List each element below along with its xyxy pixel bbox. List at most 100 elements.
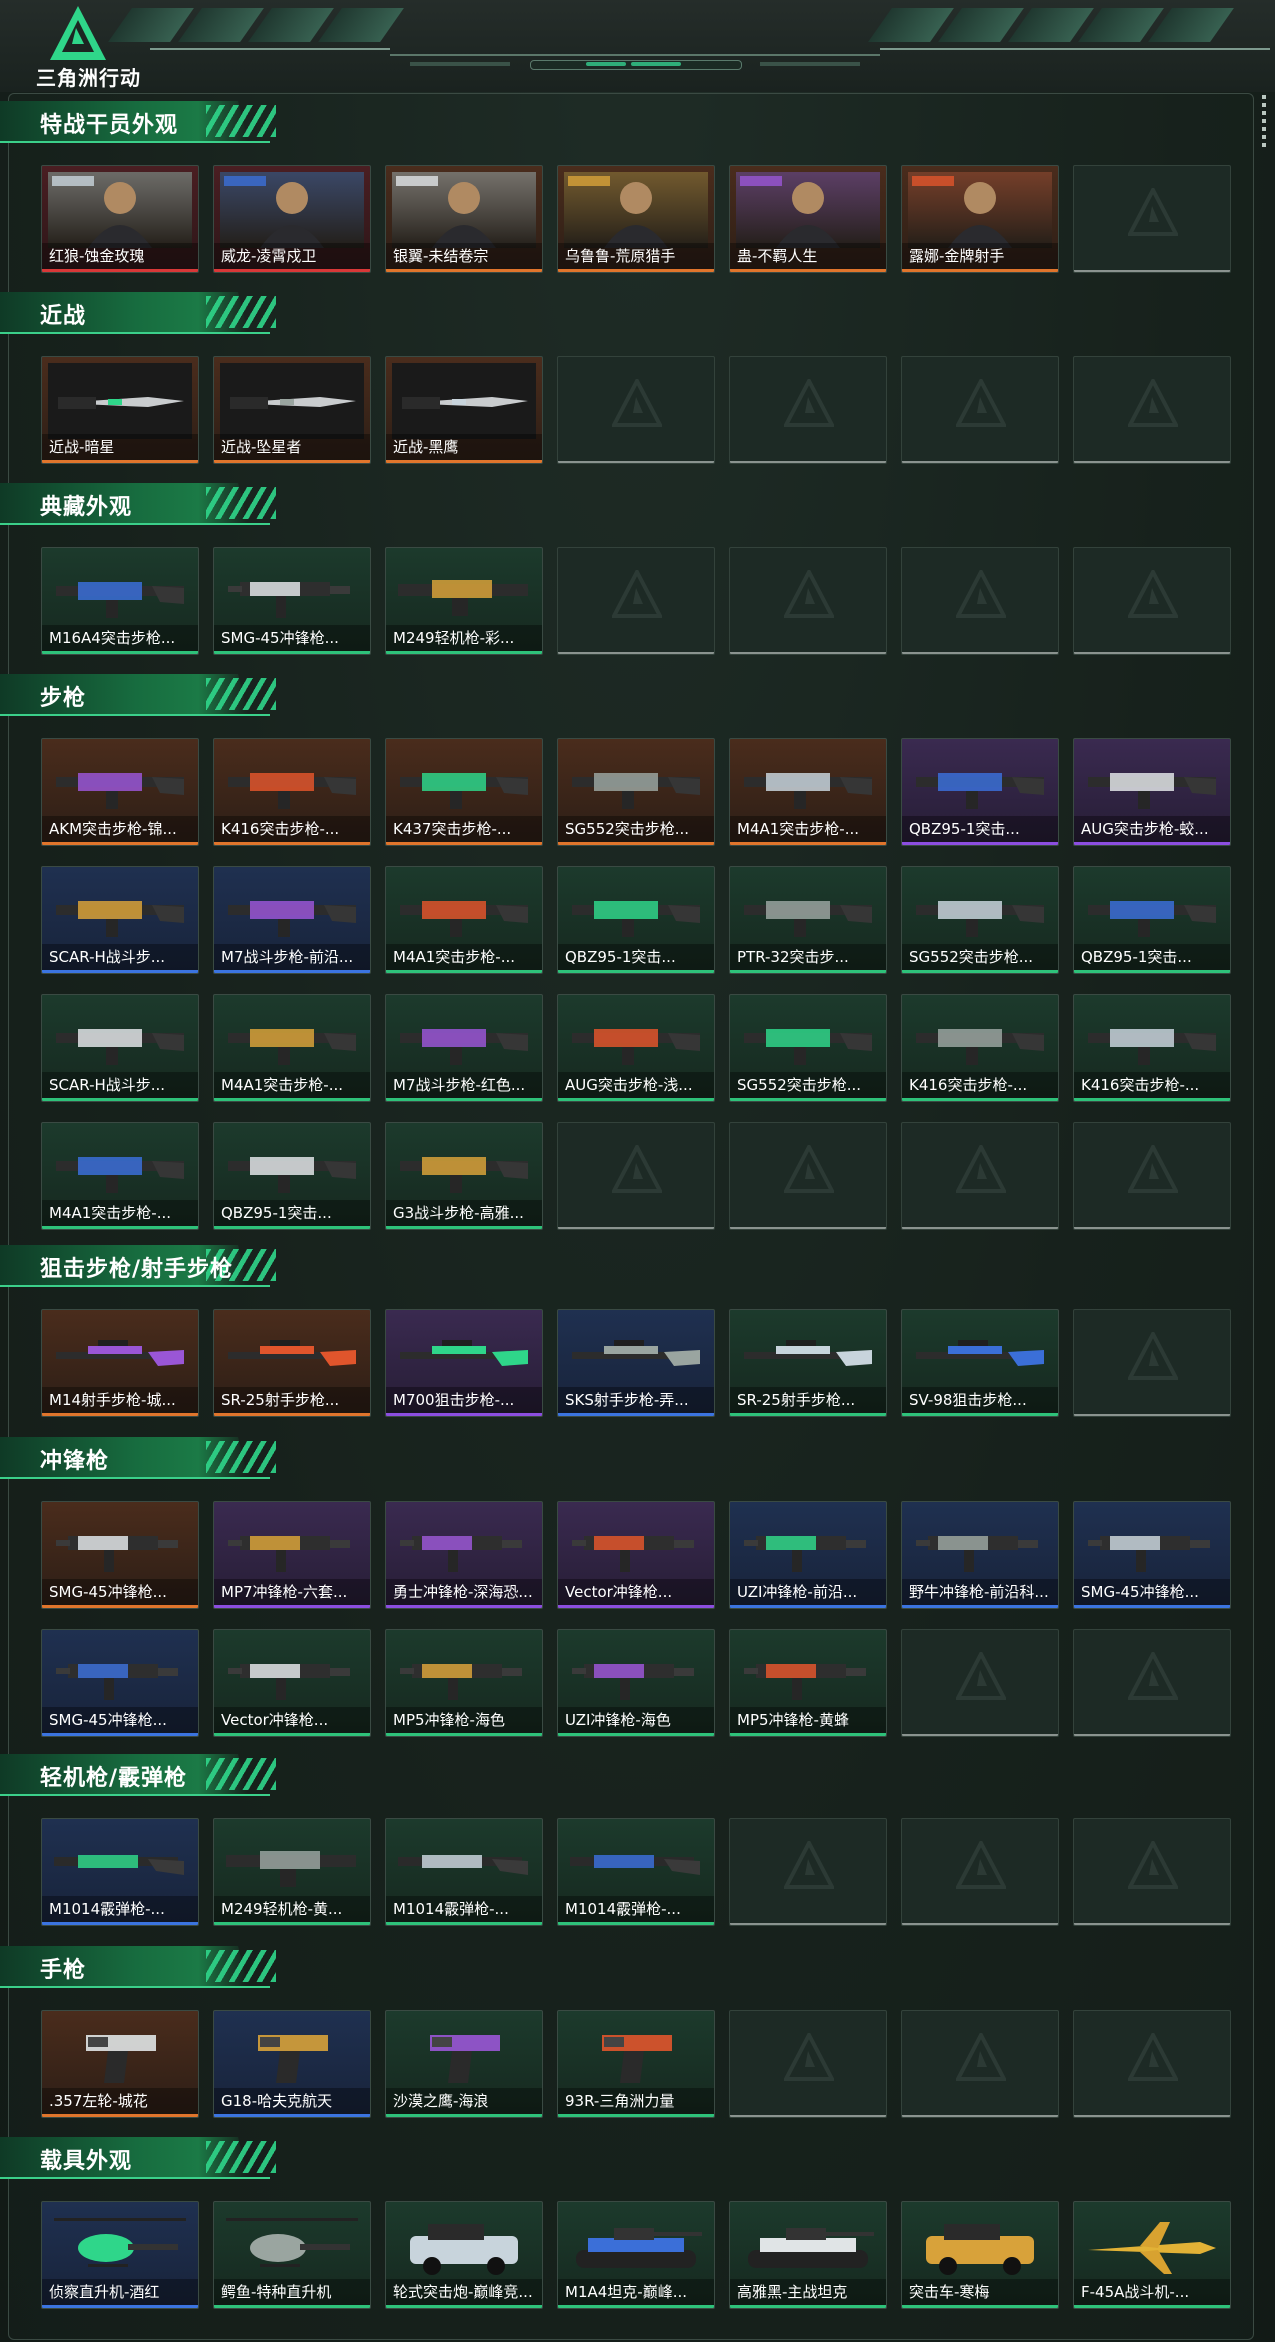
empty-slot-card [557,356,715,464]
skin-card[interactable]: K416突击步枪-... [213,738,371,846]
empty-slot-icon [1128,1145,1178,1193]
rarity-bar [214,842,370,845]
skin-card[interactable]: 沙漠之鹰-海浪 [385,2010,543,2118]
sniper-icon [56,1340,184,1366]
skin-card[interactable]: 乌鲁鲁-荒原猎手 [557,165,715,273]
skin-card[interactable]: M4A1突击步枪-... [385,866,543,974]
skin-card[interactable]: AUG突击步枪-浅... [557,994,715,1102]
skin-card[interactable]: MP7冲锋枪-六套... [213,1501,371,1609]
skin-card[interactable]: M4A1突击步枪-... [213,994,371,1102]
skin-card[interactable]: M14射手步枪-城... [41,1309,199,1417]
skin-card-label: M1014霰弹枪-... [558,1896,714,1922]
skin-card[interactable]: G18-哈夫克航天 [213,2010,371,2118]
skin-card-label: SKS射手步枪-弄... [558,1387,714,1413]
skin-card[interactable]: 鳄鱼-特种直升机 [213,2201,371,2309]
skin-card[interactable]: UZI冲锋枪-海色 [557,1629,715,1737]
skin-card[interactable]: 露娜-金牌射手 [901,165,1059,273]
skin-card[interactable]: M7战斗步枪-前沿... [213,866,371,974]
skin-card[interactable]: Vector冲锋枪... [213,1629,371,1737]
skin-card[interactable]: M16A4突击步枪... [41,547,199,655]
skin-card[interactable]: SV-98狙击步枪... [901,1309,1059,1417]
skin-card[interactable]: K437突击步枪-... [385,738,543,846]
skin-card[interactable]: M1014霰弹枪-... [41,1818,199,1926]
skin-card[interactable]: M249轻机枪-黄... [213,1818,371,1926]
skin-card[interactable]: AUG突击步枪-蛟... [1073,738,1231,846]
skin-card[interactable]: M4A1突击步枪-... [41,1122,199,1230]
skin-card[interactable]: M7战斗步枪-红色... [385,994,543,1102]
smg-icon [916,1536,1038,1572]
skin-card[interactable]: M249轻机枪-彩... [385,547,543,655]
skin-card-label: AUG突击步枪-蛟... [1074,816,1230,842]
skin-card[interactable]: K416突击步枪-... [901,994,1059,1102]
skin-card[interactable]: 高雅黑-主战坦克 [729,2201,887,2309]
skin-card-label: 乌鲁鲁-荒原猎手 [558,243,714,269]
pistol-icon [602,2035,672,2083]
skin-card[interactable]: QBZ95-1突击... [213,1122,371,1230]
skin-card-label: 威龙-凌霄戍卫 [214,243,370,269]
smg-icon [228,1536,350,1572]
skin-card[interactable]: QBZ95-1突击... [901,738,1059,846]
rarity-bar [902,842,1058,845]
skin-card[interactable]: 近战-坠星者 [213,356,371,464]
skin-card[interactable]: 轮式突击炮-巅峰竞... [385,2201,543,2309]
rarity-bar [214,1226,370,1229]
sniper-icon [916,1340,1044,1366]
smg-icon [572,1536,694,1572]
rarity-bar [42,269,198,272]
skin-card[interactable]: M1A4坦克-巅峰... [557,2201,715,2309]
skin-card[interactable]: 红狼-蚀金玫瑰 [41,165,199,273]
skin-card[interactable]: SMG-45冲锋枪... [1073,1501,1231,1609]
skin-card[interactable]: SG552突击步枪... [729,994,887,1102]
skin-card[interactable]: M1014霰弹枪-... [557,1818,715,1926]
skin-card[interactable]: MP5冲锋枪-黄蜂 [729,1629,887,1737]
skin-card[interactable]: SR-25射手步枪... [729,1309,887,1417]
skin-card[interactable]: 近战-黑鹰 [385,356,543,464]
rarity-bar [42,1922,198,1925]
skin-card[interactable]: SMG-45冲锋枪... [41,1629,199,1737]
smg-icon [228,582,350,618]
skin-card[interactable]: SMG-45冲锋枪... [213,547,371,655]
skin-card[interactable]: QBZ95-1突击... [557,866,715,974]
sniper-icon [572,1340,700,1366]
empty-slot-card [1073,2010,1231,2118]
skin-card[interactable]: .357左轮-城花 [41,2010,199,2118]
rarity-bar [730,970,886,973]
skin-card[interactable]: 蛊-不羁人生 [729,165,887,273]
rarity-bar [730,1733,886,1736]
skin-card[interactable]: Vector冲锋枪... [557,1501,715,1609]
skin-card[interactable]: SG552突击步枪... [901,866,1059,974]
skin-card[interactable]: UZI冲锋枪-前沿... [729,1501,887,1609]
skin-card[interactable]: 侦察直升机-酒红 [41,2201,199,2309]
skin-card[interactable]: SG552突击步枪... [557,738,715,846]
skin-card[interactable]: 突击车-寒梅 [901,2201,1059,2309]
skin-card[interactable]: PTR-32突击步... [729,866,887,974]
skin-card-label: UZI冲锋枪-海色 [558,1707,714,1733]
operator-portrait-icon [908,172,1052,248]
shotgun-icon [54,1855,184,1875]
scroll-indicator[interactable] [1262,95,1266,150]
skin-card[interactable]: K416突击步枪-... [1073,994,1231,1102]
skin-card[interactable]: 近战-暗星 [41,356,199,464]
skin-card[interactable]: SCAR-H战斗步... [41,994,199,1102]
skin-card[interactable]: 93R-三角洲力量 [557,2010,715,2118]
skin-card[interactable]: SKS射手步枪-弄... [557,1309,715,1417]
skin-card[interactable]: 银翼-未结卷宗 [385,165,543,273]
skin-card[interactable]: M4A1突击步枪-... [729,738,887,846]
skin-card[interactable]: QBZ95-1突击... [1073,866,1231,974]
skin-card[interactable]: SCAR-H战斗步... [41,866,199,974]
skin-card[interactable]: M700狙击步枪-... [385,1309,543,1417]
empty-slot-card [729,2010,887,2118]
skin-card[interactable]: MP5冲锋枪-海色 [385,1629,543,1737]
skin-card[interactable]: 威龙-凌霄戍卫 [213,165,371,273]
empty-slot-icon [1128,570,1178,618]
skin-card[interactable]: AKM突击步枪-锦... [41,738,199,846]
skin-card[interactable]: SR-25射手步枪... [213,1309,371,1417]
skin-card[interactable]: G3战斗步枪-高雅... [385,1122,543,1230]
skin-card-label: 近战-暗星 [42,434,198,460]
skin-card[interactable]: 野牛冲锋枪-前沿科... [901,1501,1059,1609]
section-title: 特战干员外观 [40,113,179,138]
skin-card[interactable]: SMG-45冲锋枪... [41,1501,199,1609]
skin-card[interactable]: F-45A战斗机-... [1073,2201,1231,2309]
skin-card[interactable]: 勇士冲锋枪-深海恐... [385,1501,543,1609]
skin-card[interactable]: M1014霰弹枪-... [385,1818,543,1926]
